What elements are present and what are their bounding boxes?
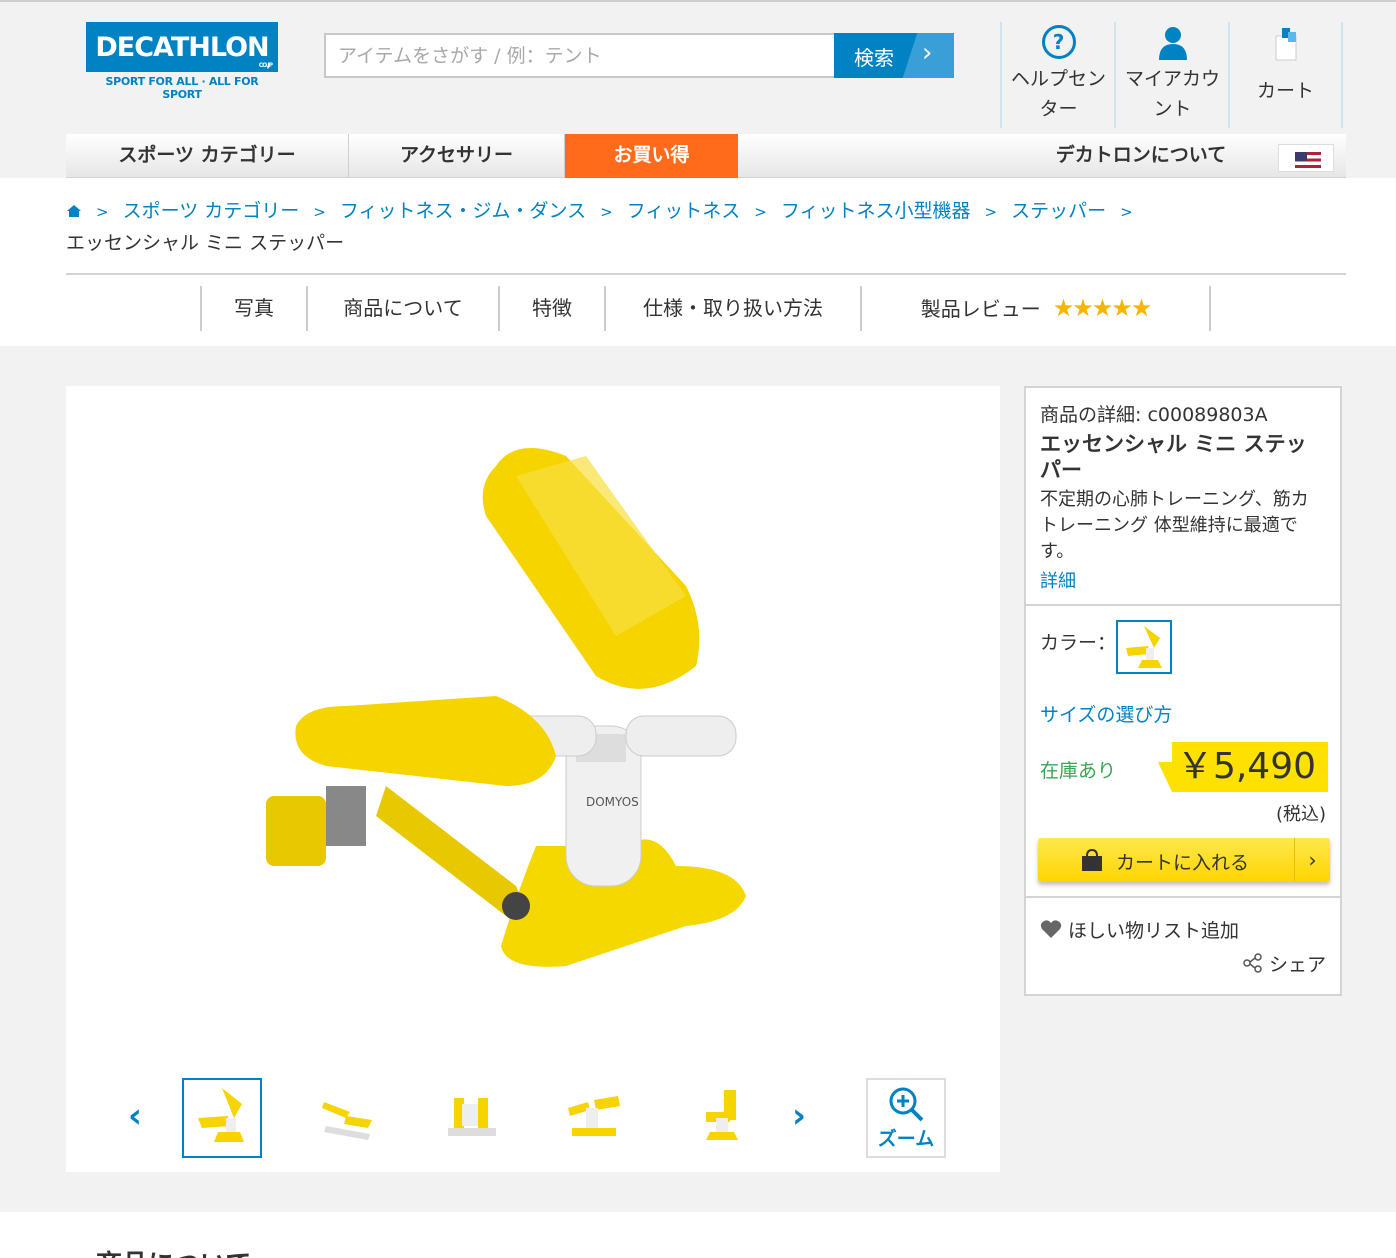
- tab-reviews-label: 製品レビュー: [920, 297, 1041, 321]
- breadcrumb-separator: >: [1120, 203, 1133, 221]
- color-swatch-yellow[interactable]: [1116, 620, 1172, 674]
- language-selector[interactable]: [1278, 144, 1334, 172]
- color-label: カラー：: [1040, 632, 1117, 654]
- my-account-label: マイアカウント: [1124, 68, 1220, 120]
- chevron-left-icon[interactable]: ‹: [128, 1096, 142, 1136]
- nav-deals[interactable]: お買い得: [565, 134, 738, 178]
- cart-icon: [1275, 28, 1296, 61]
- cart-label: カート: [1256, 80, 1314, 102]
- tab-reviews[interactable]: 製品レビュー ★★★★★: [860, 286, 1211, 331]
- product-summary: 商品の詳細: c00089803A エッセンシャル ミニ ステッパー 不定期の心…: [1026, 388, 1340, 606]
- tax-note: (税込): [1275, 804, 1326, 825]
- search-button-label: 検索: [854, 46, 894, 70]
- thumbnail[interactable]: [558, 1078, 638, 1158]
- help-icon: ?: [1041, 25, 1076, 59]
- thumbnail-strip: ‹ › ズーム: [66, 1078, 1000, 1158]
- breadcrumb-item[interactable]: ステッパー: [1011, 200, 1106, 222]
- flag-icon: [1295, 152, 1321, 168]
- breadcrumb-item[interactable]: スポーツ カテゴリー: [123, 200, 300, 222]
- tab-specs[interactable]: 仕様・取り扱い方法: [604, 286, 860, 331]
- tab-photos[interactable]: 写真: [200, 286, 306, 331]
- add-to-cart-button[interactable]: カートに入れる ›: [1038, 838, 1330, 882]
- thumbnail[interactable]: [310, 1078, 390, 1158]
- share-link[interactable]: シェア: [1243, 950, 1326, 977]
- breadcrumb-separator: >: [984, 203, 998, 221]
- help-center-label: ヘルプセンター: [1010, 68, 1106, 120]
- nav-accessories[interactable]: アクセサリー: [349, 134, 565, 178]
- breadcrumb-item[interactable]: フィットネス・ジム・ダンス: [340, 200, 586, 222]
- wishlist-link[interactable]: ほしい物リスト追加: [1040, 916, 1239, 943]
- tab-about-product[interactable]: 商品について: [306, 286, 498, 331]
- product-info-panel: 商品の詳細: c00089803A エッセンシャル ミニ ステッパー 不定期の心…: [1024, 386, 1342, 996]
- chevron-right-icon[interactable]: ›: [792, 1096, 806, 1136]
- chevron-right-icon: ›: [922, 38, 933, 68]
- heart-icon: [1040, 920, 1062, 938]
- stock-status: 在庫あり: [1040, 760, 1117, 782]
- breadcrumb-separator: >: [754, 203, 767, 221]
- decathlon-logo[interactable]: DECATHLON CO.JP SPORT FOR ALL · ALL FOR …: [86, 22, 278, 101]
- zoom-icon: [889, 1087, 924, 1122]
- nav-about-decathlon[interactable]: デカトロンについて: [1026, 134, 1256, 178]
- product-id: 商品の詳細: c00089803A: [1040, 404, 1268, 426]
- account-icon: [1158, 27, 1187, 60]
- search-input[interactable]: [324, 33, 836, 78]
- rating-stars: ★★★★★: [1052, 294, 1153, 322]
- product-gallery: DOMYOS ‹ › ズーム: [66, 386, 1000, 1172]
- breadcrumb: > スポーツ カテゴリー > フィットネス・ジム・ダンス > フィットネス > フィットネス小…: [66, 196, 1346, 227]
- section-title: 商品について: [96, 1244, 251, 1258]
- share-label: シェア: [1268, 954, 1326, 976]
- home-icon[interactable]: [66, 197, 82, 217]
- svg-text:DOMYOS: DOMYOS: [586, 795, 639, 809]
- price-tag: ￥5,490: [1158, 742, 1328, 792]
- size-guide-link[interactable]: サイズの選び方: [1040, 700, 1172, 727]
- more-details-link[interactable]: 詳細: [1040, 567, 1326, 593]
- breadcrumb-separator: >: [313, 203, 326, 221]
- thumbnail[interactable]: [182, 1078, 262, 1158]
- divider: [66, 273, 1346, 275]
- product-description: 不定期の心肺トレーニング、筋カトレーニング 体型維持に最適です。: [1040, 489, 1309, 562]
- product-about-section: 商品について: [0, 1212, 1396, 1258]
- my-account-link[interactable]: マイアカウント: [1114, 22, 1229, 128]
- thumbnail[interactable]: [434, 1078, 514, 1158]
- site-header: DECATHLON CO.JP SPORT FOR ALL · ALL FOR …: [0, 0, 1396, 134]
- breadcrumb-separator: >: [96, 203, 109, 221]
- search-bar: 検索 ›: [324, 33, 954, 78]
- cart-link[interactable]: カート: [1228, 22, 1343, 128]
- breadcrumb-current: エッセンシャル ミニ ステッパー: [66, 232, 345, 254]
- breadcrumb-section: > スポーツ カテゴリー > フィットネス・ジム・ダンス > フィットネス > フィットネス小…: [0, 178, 1396, 346]
- nav-sports-category[interactable]: スポーツ カテゴリー: [66, 134, 349, 178]
- zoom-label: ズーム: [877, 1128, 935, 1150]
- main-navigation: スポーツ カテゴリー アクセサリー お買い得 デカトロンについて: [66, 134, 1346, 178]
- product-main-image[interactable]: DOMYOS: [266, 426, 826, 1026]
- breadcrumb-item[interactable]: フィットネス小型機器: [781, 200, 971, 222]
- product-name: エッセンシャル ミニ ステッパー: [1040, 432, 1307, 482]
- thumbnail[interactable]: [684, 1078, 764, 1158]
- purchase-section: カラー： サイズの選び方 在庫あり ￥5,490 (税込) カートに入れる ›: [1026, 606, 1340, 898]
- breadcrumb-item[interactable]: フィットネス: [627, 200, 741, 222]
- help-center-link[interactable]: ? ヘルプセンター: [1000, 22, 1115, 128]
- search-button[interactable]: 検索 ›: [834, 33, 954, 78]
- shopping-bag-icon: [1082, 848, 1102, 871]
- chevron-right-icon: ›: [1294, 838, 1330, 882]
- logo-tagline: SPORT FOR ALL · ALL FOR SPORT: [105, 75, 259, 101]
- share-icon: [1243, 953, 1262, 973]
- logo-wordmark: DECATHLON CO.JP: [86, 22, 278, 72]
- breadcrumb-separator: >: [600, 203, 613, 221]
- add-to-cart-label: カートに入れる: [1116, 852, 1250, 874]
- wishlist-label: ほしい物リスト追加: [1068, 920, 1240, 942]
- tab-features[interactable]: 特徴: [498, 286, 604, 331]
- zoom-button[interactable]: ズーム: [866, 1078, 946, 1158]
